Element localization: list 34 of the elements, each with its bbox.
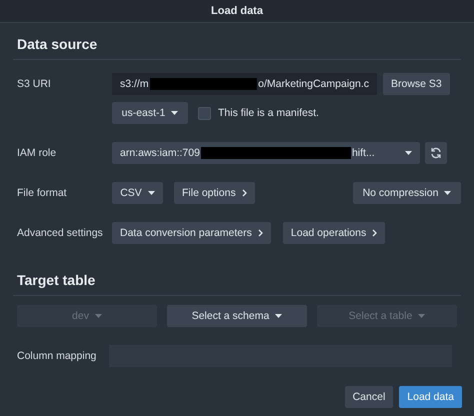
field-label: IAM role [17, 147, 58, 159]
load-data-button[interactable]: Load data [399, 386, 462, 408]
caret-icon [148, 191, 155, 195]
browse-s3-button[interactable]: Browse S3 [383, 73, 450, 95]
compression-dropdown[interactable]: No compression [353, 182, 461, 204]
caret-icon [444, 191, 452, 195]
caret-icon [275, 314, 282, 318]
refresh-icon [430, 147, 442, 159]
checkbox-label: This file is a manifest. [218, 107, 319, 119]
field-label: File format [17, 187, 68, 199]
field-label: S3 URI [17, 77, 52, 90]
caret-icon [418, 314, 426, 318]
refresh-button[interactable] [425, 142, 447, 164]
file-format-dropdown[interactable]: CSV [112, 182, 163, 204]
region-dropdown[interactable]: us-east-1 [112, 102, 188, 124]
field-label: Column mapping [17, 350, 98, 362]
chevron-right-icon [242, 189, 247, 197]
section-heading: Target table [13, 259, 461, 296]
caret-icon [171, 111, 178, 115]
iam-role-dropdown[interactable]: arn:aws:iam::709 hift... [112, 142, 420, 164]
chevron-right-icon [258, 229, 263, 237]
settings-button[interactable]: Data conversion parameters [112, 222, 271, 244]
file-options-button[interactable]: File options [174, 182, 255, 204]
caret-icon [405, 151, 412, 155]
section-heading: Data source [13, 23, 461, 60]
cancel-button[interactable]: Cancel [344, 386, 394, 408]
caret-icon [94, 314, 102, 318]
select-dropdown[interactable]: Select a schema [167, 305, 307, 327]
field-label: Advanced settings [17, 227, 104, 239]
dialog-title: Load data [211, 5, 263, 17]
s3-uri-field[interactable]: s3://m o/MarketingCampaign.c [112, 73, 377, 95]
chevron-right-icon [372, 229, 378, 237]
settings-button[interactable]: Load operations [282, 222, 386, 244]
manifest-checkbox[interactable] [198, 106, 211, 120]
